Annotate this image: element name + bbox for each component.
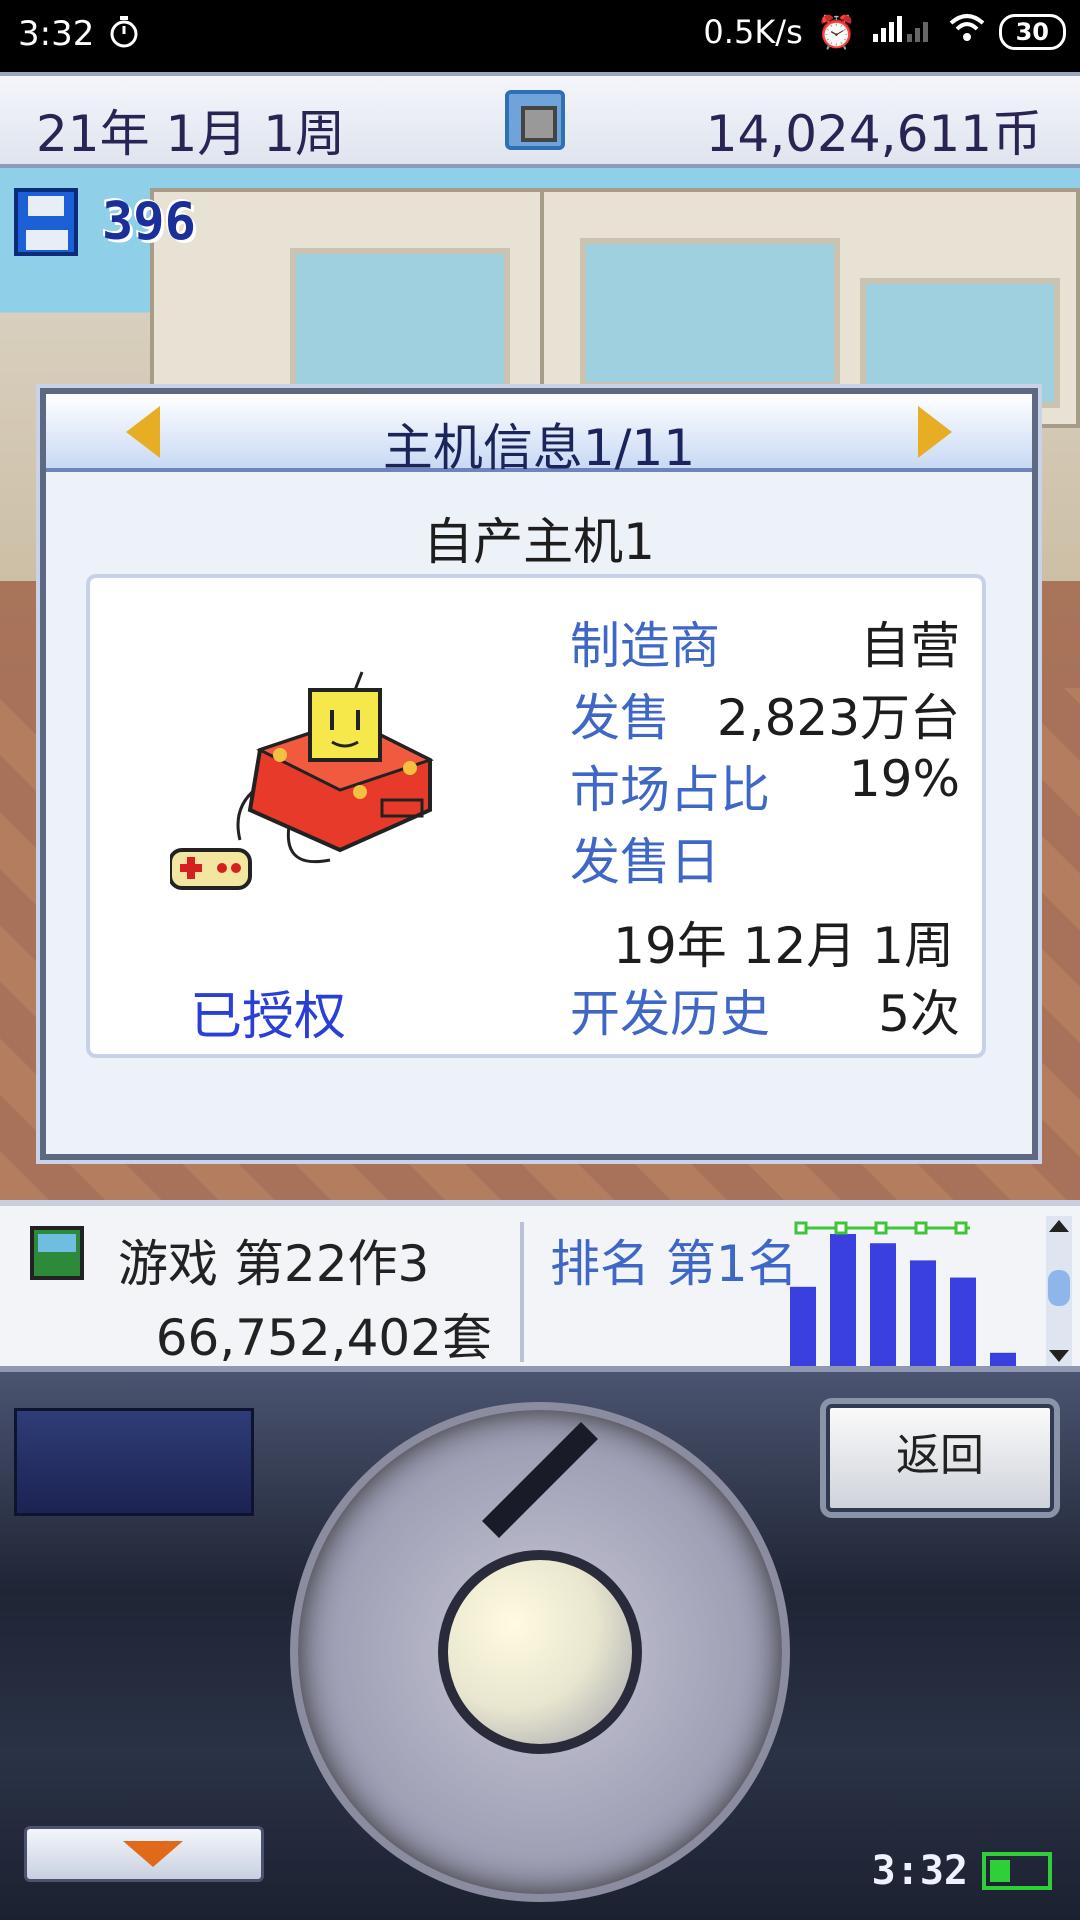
network-speed: 0.5K/s (703, 13, 803, 51)
floppy-disk-icon (14, 188, 78, 256)
license-status: 已授权 (190, 987, 347, 1047)
back-button[interactable]: 返回 (826, 1404, 1054, 1512)
battery-icon (982, 1852, 1052, 1890)
game-console-illustration (170, 671, 434, 890)
office-window (290, 248, 510, 408)
chart-marker (914, 1221, 928, 1235)
stat-maker: 制造商 自营 (570, 606, 960, 678)
release-label: 发售日 (570, 833, 720, 891)
scroll-down-arrow-icon[interactable] (1049, 1350, 1069, 1362)
game-date: 21年 1月 1周 (36, 105, 346, 163)
status-time: 3:32 (18, 14, 95, 54)
money-display: 14,024,611币 (705, 105, 1042, 163)
save-count: 396 (102, 192, 196, 252)
ranking-bar-chart (790, 1221, 1016, 1366)
dpad-center-button[interactable] (438, 1550, 642, 1754)
dpad-divider (482, 1422, 598, 1538)
stat-share: 市场占比 19% (570, 750, 960, 822)
maker-value: 自营 (860, 617, 960, 675)
controller-clock: 3:32 (871, 1848, 968, 1894)
next-arrow-icon[interactable] (918, 406, 952, 458)
divider (520, 1222, 524, 1362)
stat-history: 开发历史 5次 (570, 974, 960, 1046)
game-sales: 66,752,402套 (155, 1309, 492, 1367)
sales-value: 2,823万台 (716, 689, 960, 747)
signal-icon (871, 12, 935, 52)
chart-bar (870, 1243, 896, 1366)
chart-bar (910, 1260, 936, 1366)
stat-release: 发售日 (570, 822, 960, 894)
scrollbar[interactable] (1046, 1216, 1072, 1366)
stopwatch-icon (108, 16, 140, 52)
scroll-up-arrow-icon[interactable] (1049, 1220, 1069, 1232)
share-label: 市场占比 (570, 761, 770, 819)
dialog-title: 主机信息1/11 (382, 419, 696, 477)
dialog-header: 主机信息1/11 (46, 394, 1032, 477)
console-detail-panel: 已授权 制造商 自营 发售 2,823万台 市场占比 19% 发售日 19年 1… (86, 574, 986, 1058)
chart-bar (990, 1352, 1016, 1366)
save-indicator[interactable]: 396 (14, 188, 196, 256)
chart-marker (954, 1221, 968, 1235)
alarm-icon: ⏰ (816, 13, 857, 51)
chart-marker (794, 1221, 808, 1235)
top-info-bar: 21年 1月 1周 14,024,611币 (0, 72, 1080, 168)
sales-label: 发售 (570, 689, 670, 747)
release-value: 19年 12月 1周 (613, 917, 954, 975)
chart-bar (790, 1286, 816, 1366)
status-bar: 3:32 0.5K/s ⏰ 30 (0, 0, 1080, 72)
console-info-dialog: 主机信息1/11 自产主机1 已授权 制造商 自营 发售 2,823万台 市场占… (40, 388, 1038, 1160)
share-value: 19% (848, 750, 960, 808)
controller-area: 返回 3:32 (0, 1372, 1080, 1920)
game-cartridge-icon (30, 1226, 84, 1280)
battery-icon: 30 (998, 14, 1066, 50)
stat-sales: 发售 2,823万台 (570, 678, 960, 750)
down-arrow-button[interactable] (24, 1826, 264, 1882)
menu-button[interactable] (14, 1408, 254, 1516)
console-name: 自产主机1 (423, 513, 655, 571)
chart-marker (834, 1221, 848, 1235)
chart-marker (874, 1221, 888, 1235)
ranking-label: 排名 第1名 (550, 1235, 798, 1293)
game-info-bar[interactable]: 游戏 第22作3 66,752,402套 排名 第1名 (0, 1200, 1080, 1372)
maker-label: 制造商 (570, 617, 720, 675)
scroll-thumb[interactable] (1048, 1270, 1070, 1306)
history-value: 5次 (878, 985, 960, 1043)
chart-bar (950, 1277, 976, 1366)
game-title: 游戏 第22作3 (118, 1235, 430, 1293)
wifi-icon (949, 13, 985, 51)
dpad[interactable] (290, 1402, 790, 1902)
chart-bar (830, 1234, 856, 1366)
history-label: 开发历史 (570, 985, 770, 1043)
camera-icon[interactable] (505, 90, 565, 150)
office-window (580, 238, 840, 388)
